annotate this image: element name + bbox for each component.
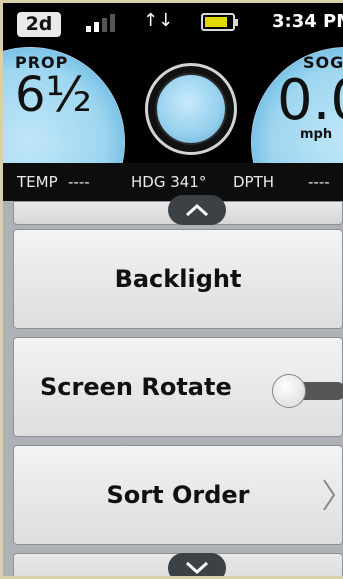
device-screen: 2d ↑↓ 3:34 PM PROP 6½ SOG 0.0 mph TEMP -… [0,0,343,579]
data-transfer-icon: ↑↓ [143,10,174,31]
chevron-up-icon [185,203,209,217]
clock: 3:34 PM [272,11,343,32]
settings-menu: Backlight Screen Rotate Sort Order [13,195,343,576]
toggle-knob [272,374,306,408]
menu-item-label: Backlight [114,265,242,293]
gauge-panel: PROP 6½ SOG 0.0 mph [3,43,343,163]
menu-item-label: Sort Order [106,481,250,509]
status-bar: 2d ↑↓ 3:34 PM [3,3,343,43]
center-dial[interactable] [145,63,237,155]
screen-rotate-toggle[interactable] [272,374,343,408]
temp-label: TEMP [17,173,58,191]
chevron-down-icon [185,561,209,575]
menu-item-sort-order[interactable]: Sort Order [13,445,343,545]
scroll-down-button[interactable] [168,553,226,576]
sog-value: 0.0 [277,68,343,133]
menu-item-backlight[interactable]: Backlight [13,229,343,329]
mode-badge[interactable]: 2d [17,12,61,37]
chevron-right-icon [323,479,336,511]
prop-value: 6½ [15,67,93,123]
scroll-up-button[interactable] [168,195,226,225]
depth-value: ---- [308,173,330,191]
temp-value: ---- [68,173,90,191]
depth-label: DPTH [233,173,275,191]
signal-strength-icon [86,14,122,32]
sog-unit: mph [300,127,333,142]
menu-item-screen-rotate[interactable]: Screen Rotate [13,337,343,437]
battery-icon [201,13,238,31]
dial-face [155,73,227,145]
info-strip: TEMP ---- HDG 341° DPTH ---- [3,163,343,201]
